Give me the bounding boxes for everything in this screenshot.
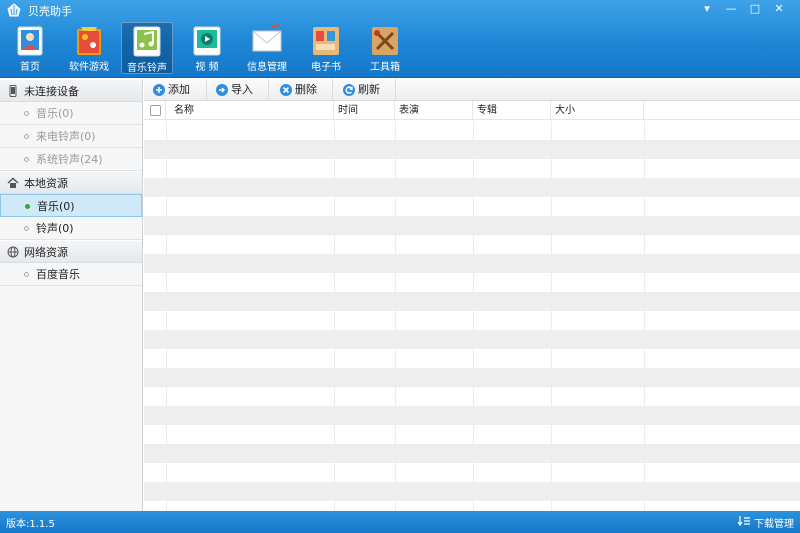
sidebar-item-call-ringtones[interactable]: 来电铃声(0) [0,125,142,148]
sidebar-group-device[interactable]: 未连接设备 [0,79,142,102]
globe-icon [7,246,19,258]
bullet-icon [24,226,29,231]
message-icon [252,24,282,52]
house-icon [7,177,19,188]
video-icon [193,26,221,56]
delete-button[interactable]: 删除 [277,82,317,98]
sidebar-item-baidu-music[interactable]: 百度音乐 [0,263,142,286]
table-body [144,121,800,511]
refresh-button[interactable]: 刷新 [340,82,380,98]
music-table: 名称 时间 表演 专辑 大小 [144,101,800,511]
close-button[interactable]: ✕ [768,1,790,17]
toolbox-icon [372,27,398,55]
app-header: 贝壳助手 ▾ — □ ✕ 首页 软件游戏 音乐铃声 视 频 信息管理 电子书 工… [0,0,800,78]
refresh-icon [343,84,355,96]
bullet-icon [25,204,30,209]
column-album[interactable]: 专辑 [473,101,551,120]
toolbar-divider [395,79,396,101]
status-bar: 版本:1.1.5 下载管理 [0,511,800,533]
shell-logo-icon [7,3,21,17]
toolbar-divider [332,79,333,101]
import-button[interactable]: 导入 [213,82,253,98]
column-time[interactable]: 时间 [334,101,395,120]
column-divider [473,121,474,511]
nav-apps-games[interactable]: 软件游戏 [63,22,115,74]
app-title: 贝壳助手 [28,5,72,18]
bullet-icon [24,272,29,277]
ebook-icon [313,27,339,55]
column-size[interactable]: 大小 [551,101,644,120]
sidebar-group-network[interactable]: 网络资源 [0,240,142,263]
phone-icon [9,85,17,97]
bullet-icon [24,134,29,139]
download-manager-button[interactable]: 下载管理 [738,515,794,530]
select-all-cell [144,101,166,120]
delete-icon [280,84,292,96]
version-label: 版本:1.1.5 [6,519,55,530]
column-artist[interactable]: 表演 [395,101,473,120]
music-icon [133,26,161,57]
title-bar[interactable]: 贝壳助手 ▾ — □ ✕ [0,0,800,20]
nav-home[interactable]: 首页 [4,22,56,74]
select-all-checkbox[interactable] [150,105,161,116]
sidebar-item-local-ringtones[interactable]: 铃声(0) [0,217,142,240]
nav-ebook[interactable]: 电子书 [300,22,352,74]
sidebar-item-device-music[interactable]: 音乐(0) [0,102,142,125]
sidebar-group-local[interactable]: 本地资源 [0,171,142,194]
column-divider [551,121,552,511]
home-icon [17,26,43,56]
column-divider [166,121,167,511]
bullet-icon [24,157,29,162]
nav-toolbox[interactable]: 工具箱 [359,22,411,74]
table-header: 名称 时间 表演 专辑 大小 [144,101,800,120]
menu-dropdown-button[interactable]: ▾ [696,1,718,17]
nav-video[interactable]: 视 频 [181,22,233,74]
main-nav: 首页 软件游戏 音乐铃声 视 频 信息管理 电子书 工具箱 [0,20,800,76]
add-button[interactable]: 添加 [150,82,190,98]
import-icon [216,84,228,96]
column-divider [395,121,396,511]
download-list-icon [738,516,750,526]
nav-music-ringtones[interactable]: 音乐铃声 [121,22,173,74]
nav-message-management[interactable]: 信息管理 [241,22,293,74]
sidebar-item-system-ringtones[interactable]: 系统铃声(24) [0,148,142,171]
bullet-icon [24,111,29,116]
column-divider [644,121,645,511]
sidebar: 未连接设备 音乐(0) 来电铃声(0) 系统铃声(24) 本地资源 音乐(0) … [0,79,143,511]
toolbar: 添加 导入 删除 刷新 [144,79,800,101]
sidebar-item-local-music[interactable]: 音乐(0) [0,194,142,217]
add-icon [153,84,165,96]
apps-games-icon [77,27,101,55]
toolbar-divider [206,79,207,101]
minimize-button[interactable]: — [720,1,742,17]
column-divider [334,121,335,511]
maximize-button[interactable]: □ [744,1,766,17]
toolbar-divider [268,79,269,101]
column-name[interactable]: 名称 [170,101,334,120]
